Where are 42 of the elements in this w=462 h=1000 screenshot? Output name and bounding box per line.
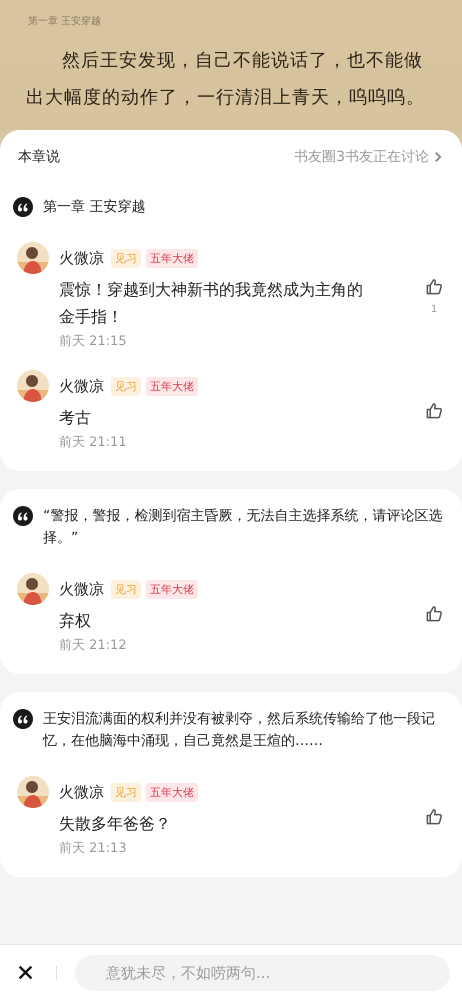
user-badge: 五年大佬	[146, 580, 198, 598]
comment-text: 考古	[59, 407, 92, 429]
panel-title: 本章说	[18, 148, 60, 166]
avatar	[17, 573, 49, 605]
quote-text: “警报，警报，检测到宿主昏厥，无法自主选择系统，请评论区选择。”	[43, 507, 444, 548]
avatar	[17, 370, 49, 402]
user-name: 火微凉	[59, 580, 104, 598]
avatar	[17, 776, 49, 808]
like-icon[interactable]	[424, 807, 444, 826]
discussion-link[interactable]: 书友圈3书友正在讨论	[294, 148, 442, 166]
chapter-paragraph: 然后王安发现，自己不能说话了，也不能做出大幅度的动作了，一行清泪上青天，呜呜呜。	[26, 49, 426, 110]
user-badge: 见习	[111, 580, 141, 598]
user-badge: 五年大佬	[146, 782, 198, 802]
like-icon[interactable]	[424, 604, 444, 623]
like-count: 1	[430, 304, 438, 315]
quote-icon	[13, 709, 33, 729]
comment-time: 前天 21:13	[59, 840, 128, 857]
quote-icon	[13, 197, 33, 217]
comment-time: 前天 21:15	[59, 333, 128, 350]
comment-time: 前天 21:12	[59, 637, 128, 654]
close-icon[interactable]	[18, 965, 33, 980]
user-badge: 见习	[111, 248, 141, 268]
quote-text: 王安泪流满面的权利并没有被剥夺，然后系统传输给了他一段记忆，在他脑海中涌现，自己竟然是王煊的……	[43, 710, 436, 751]
quote-text: 第一章 王安穿越	[43, 198, 146, 217]
chevron-icon	[433, 151, 442, 163]
avatar	[17, 242, 49, 274]
quote-icon	[13, 506, 33, 526]
comment-text: 震惊！穿越到大神新书的我竟然成为主角的金手指！	[59, 279, 364, 328]
user-name: 火微凉	[59, 376, 104, 396]
user-badge: 五年大佬	[146, 248, 198, 268]
user-name: 火微凉	[59, 782, 104, 802]
chapter-title: 第一章 王安穿越	[28, 14, 102, 28]
comment-time: 前天 21:11	[59, 434, 128, 451]
user-badge: 见习	[111, 782, 141, 802]
user-badge: 见习	[111, 376, 141, 396]
comment-text: 弃权	[59, 610, 92, 632]
comment-input[interactable]: 意犹未尽，不如唠两句...	[75, 954, 450, 990]
user-badge: 五年大佬	[146, 376, 198, 396]
comment-text: 失散多年爸爸？	[59, 813, 172, 835]
user-name: 火微凉	[59, 248, 104, 268]
like-icon[interactable]	[424, 401, 444, 420]
like-icon[interactable]	[424, 277, 444, 296]
